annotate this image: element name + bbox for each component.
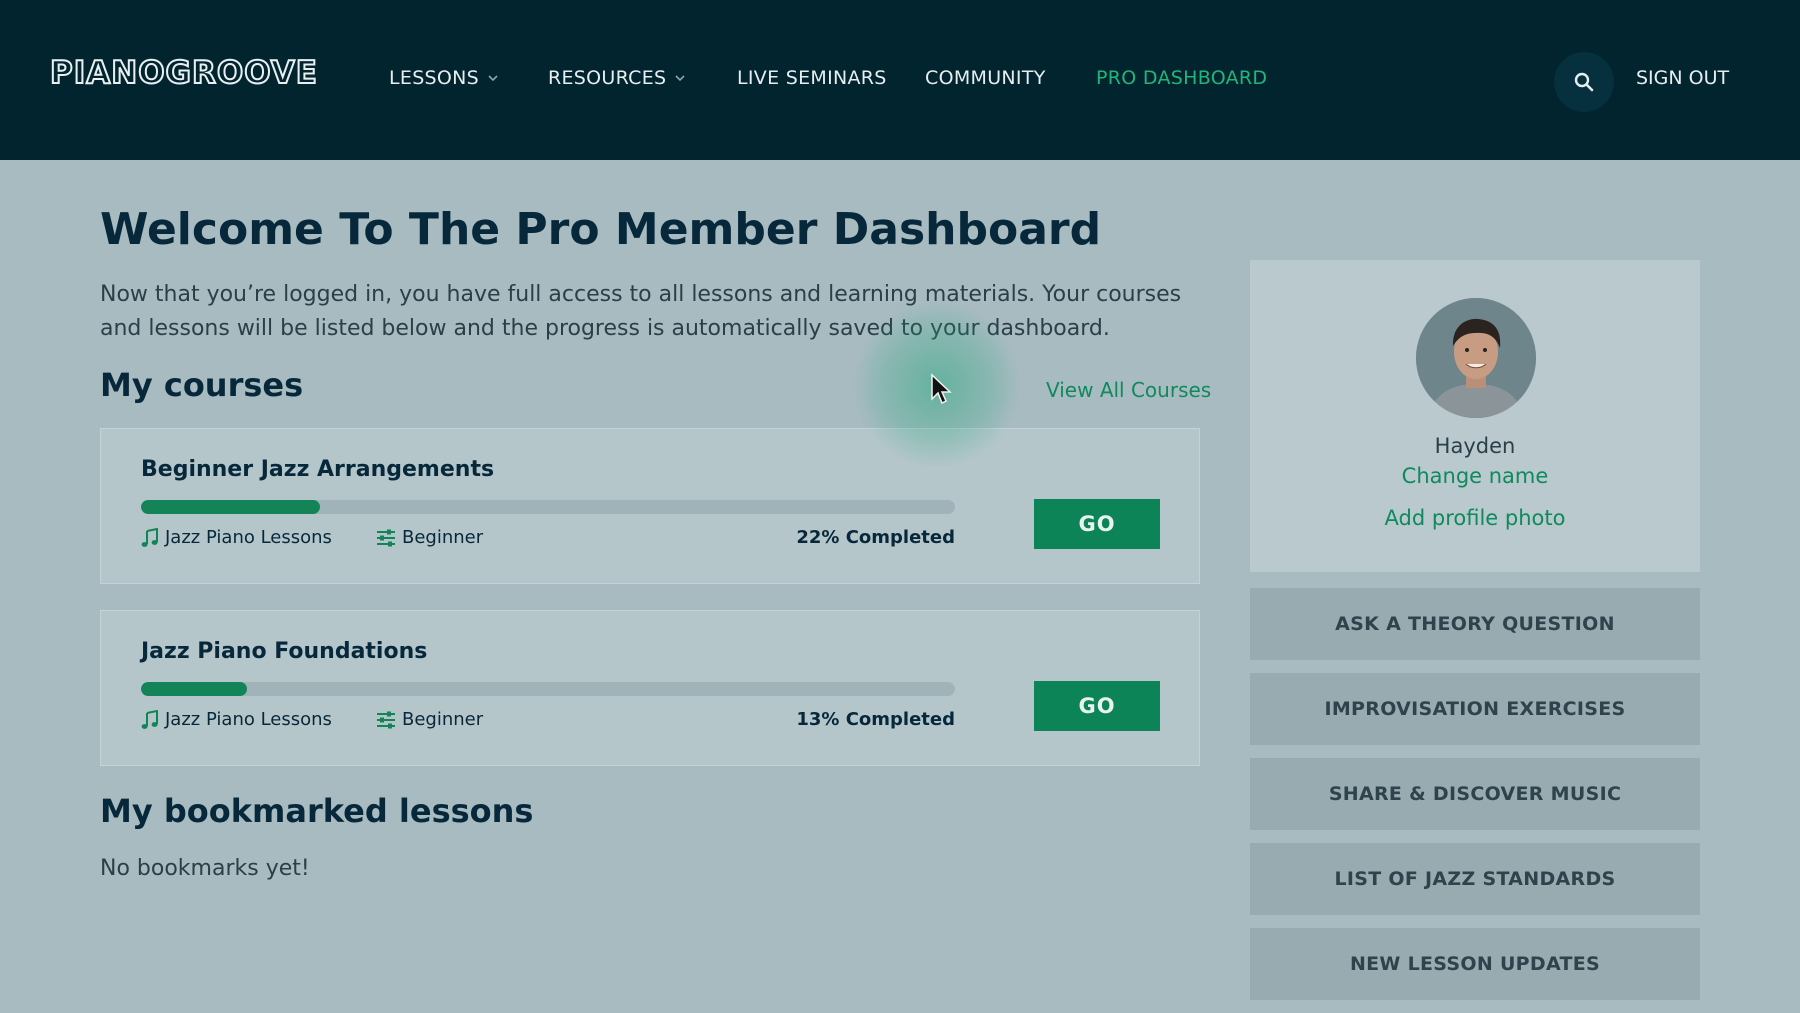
course-progress-fill xyxy=(141,500,321,514)
nav-item-live-seminars[interactable]: LIVE SEMINARS xyxy=(737,62,887,94)
course-progress-bar xyxy=(141,682,955,696)
sliders-icon xyxy=(377,711,395,728)
course-category: Jazz Piano Lessons xyxy=(141,527,332,548)
course-card-jazz-piano-foundations: Jazz Piano Foundations Jazz Piano Lesson… xyxy=(100,610,1200,766)
nav-item-label: RESOURCES xyxy=(548,67,667,89)
sign-out-link[interactable]: SIGN OUT xyxy=(1636,62,1729,94)
chevron-down-icon xyxy=(488,75,498,82)
nav-item-label: PRO DASHBOARD xyxy=(1096,67,1268,89)
nav-item-label: LESSONS xyxy=(389,67,480,89)
search-button[interactable] xyxy=(1554,52,1614,112)
top-navigation-bar: PIANOGROOVE LESSONS RESOURCES LIVE SEMIN… xyxy=(0,0,1800,160)
nav-item-resources[interactable]: RESOURCES xyxy=(548,62,686,94)
course-category: Jazz Piano Lessons xyxy=(141,709,332,730)
course-category-label: Jazz Piano Lessons xyxy=(165,527,332,548)
profile-name: Hayden xyxy=(1434,434,1516,458)
nav-item-label: COMMUNITY xyxy=(925,67,1046,89)
chevron-down-icon xyxy=(675,75,685,82)
music-note-icon xyxy=(141,709,158,729)
logo-text: PIANOGROOVE xyxy=(49,54,318,92)
nav-item-pro-dashboard[interactable]: PRO DASHBOARD xyxy=(1096,62,1267,94)
dashboard-page: Welcome To The Pro Member Dashboard Now … xyxy=(0,160,1800,1013)
music-note-icon xyxy=(141,527,158,547)
nav-item-label: LIVE SEMINARS xyxy=(737,67,887,89)
ask-theory-question-button[interactable]: ASK A THEORY QUESTION xyxy=(1250,588,1700,660)
course-level-label: Beginner xyxy=(402,527,484,548)
go-button[interactable]: GO xyxy=(1034,681,1160,731)
course-completed-label: 22% Completed xyxy=(796,527,955,548)
course-progress-bar xyxy=(141,500,955,514)
course-progress-fill xyxy=(141,682,247,696)
intro-text: Now that you’re logged in, you have full… xyxy=(100,282,1182,341)
course-level: Beginner xyxy=(376,527,483,548)
list-of-jazz-standards-button[interactable]: LIST OF JAZZ STANDARDS xyxy=(1250,843,1700,915)
go-button[interactable]: GO xyxy=(1034,499,1160,549)
nav-item-lessons[interactable]: LESSONS xyxy=(389,62,499,94)
nav-item-community[interactable]: COMMUNITY xyxy=(925,62,1046,94)
my-courses-heading: My courses xyxy=(100,366,304,404)
view-all-courses-link[interactable]: View All Courses xyxy=(1046,378,1211,402)
new-lesson-updates-button[interactable]: NEW LESSON UPDATES xyxy=(1250,928,1700,1000)
sliders-icon xyxy=(377,529,395,546)
add-profile-photo-link[interactable]: Add profile photo xyxy=(1250,506,1700,530)
profile-card: Hayden Change name Add profile photo xyxy=(1250,260,1700,572)
course-category-label: Jazz Piano Lessons xyxy=(165,709,332,730)
avatar xyxy=(1416,298,1536,418)
search-icon xyxy=(1574,72,1594,92)
pianogroove-logo[interactable]: PIANOGROOVE xyxy=(49,48,334,98)
bookmarked-lessons-heading: My bookmarked lessons xyxy=(100,792,534,830)
page-title: Welcome To The Pro Member Dashboard xyxy=(100,204,1102,255)
share-discover-music-button[interactable]: SHARE & DISCOVER MUSIC xyxy=(1250,758,1700,830)
course-card-beginner-jazz-arrangements: Beginner Jazz Arrangements Jazz Piano Le… xyxy=(100,428,1200,584)
course-title[interactable]: Jazz Piano Foundations xyxy=(141,639,427,664)
improvisation-exercises-button[interactable]: IMPROVISATION EXERCISES xyxy=(1250,673,1700,745)
course-title[interactable]: Beginner Jazz Arrangements xyxy=(141,457,494,482)
course-level-label: Beginner xyxy=(402,709,484,730)
change-name-link[interactable]: Change name xyxy=(1250,464,1700,488)
no-bookmarks-text: No bookmarks yet! xyxy=(100,856,310,881)
course-completed-label: 13% Completed xyxy=(796,709,955,730)
avatar-photo xyxy=(1416,298,1536,418)
mouse-cursor-icon xyxy=(931,373,952,405)
course-level: Beginner xyxy=(376,709,483,730)
